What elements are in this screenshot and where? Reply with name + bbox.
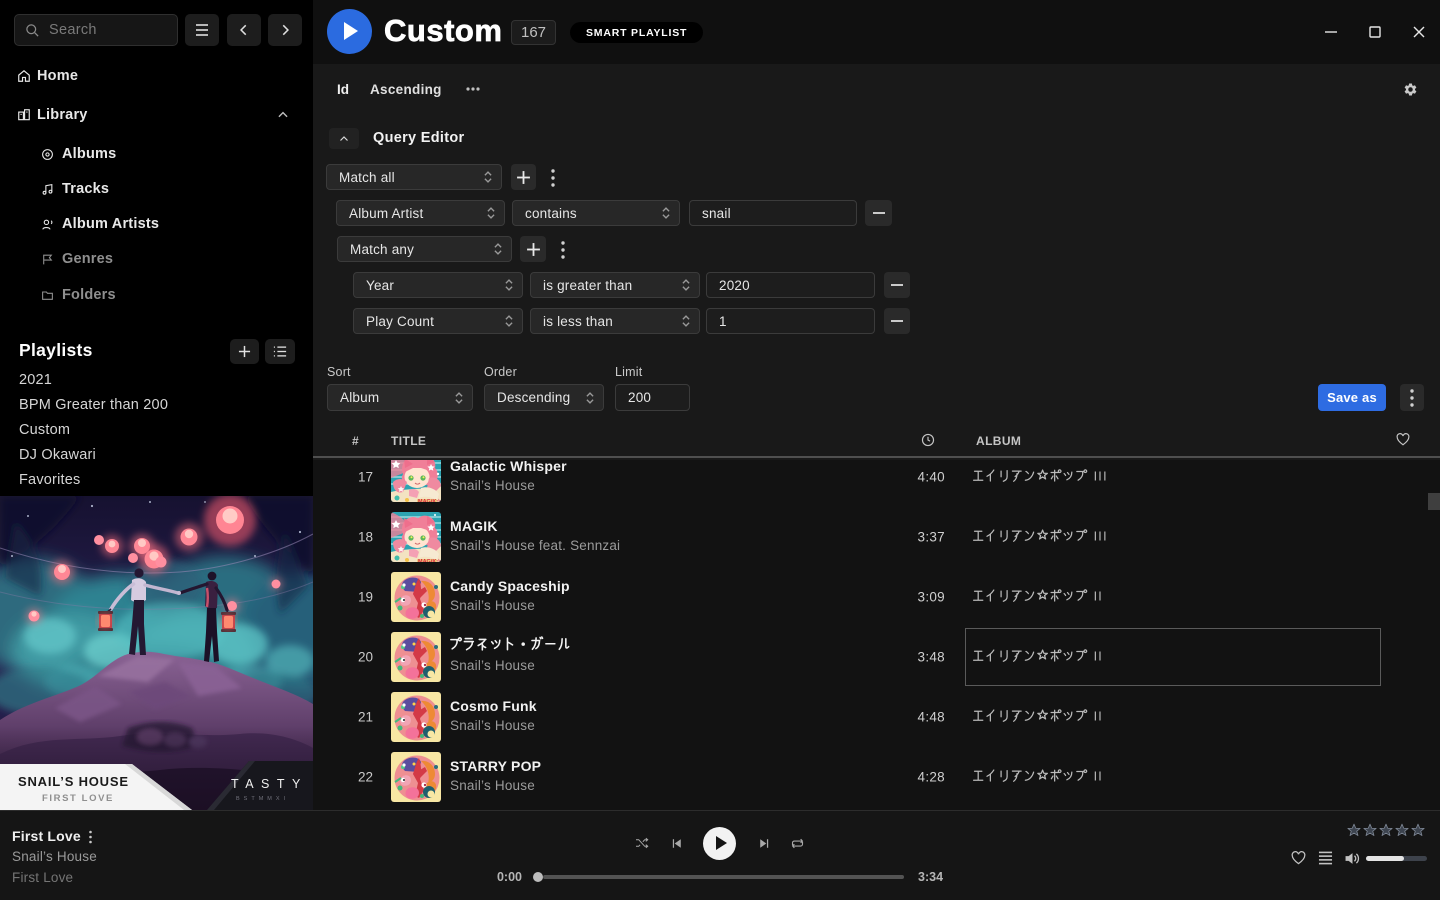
svg-text:I: I [1094,529,1097,543]
svg-text:FIRST LOVE: FIRST LOVE [42,793,114,804]
svg-text:MAGiK☆POP: MAGiK☆POP [418,498,441,502]
svg-text:TASTY: TASTY [231,777,308,791]
svg-text:I: I [1098,589,1101,603]
svg-text:I: I [1094,709,1097,723]
svg-text:BSTMMXI: BSTMMXI [236,796,289,802]
svg-text:SNAIL’S HOUSE: SNAIL’S HOUSE [18,774,129,789]
svg-text:MAGiK☆POP: MAGiK☆POP [418,558,441,562]
svg-text:I: I [1098,769,1101,783]
svg-text:I: I [1103,529,1106,543]
svg-text:I: I [1094,769,1097,783]
svg-text:I: I [1103,469,1106,483]
svg-text:I: I [1098,469,1101,483]
svg-text:I: I [1098,709,1101,723]
svg-text:I: I [1094,589,1097,603]
svg-text:I: I [1098,529,1101,543]
svg-text:I: I [1094,469,1097,483]
